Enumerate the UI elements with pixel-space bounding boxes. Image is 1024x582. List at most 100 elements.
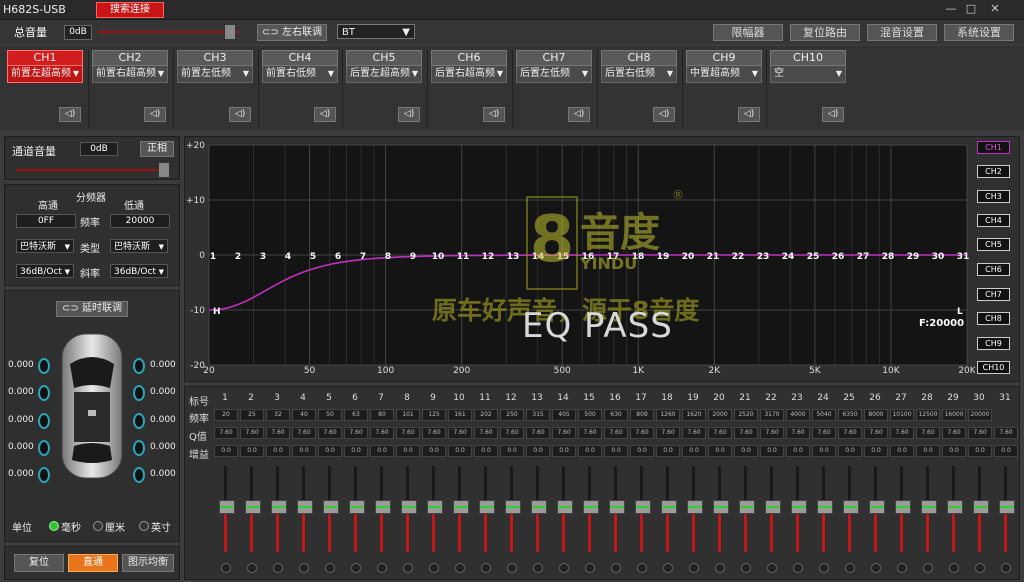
band-freq-field[interactable]: 5040 <box>812 409 836 421</box>
speaker-icon[interactable]: ◁) <box>314 107 336 122</box>
band-freq-field[interactable]: 10100 <box>890 409 914 421</box>
band-freq-field[interactable]: 125 <box>422 409 446 421</box>
band-reset-icon[interactable] <box>897 563 907 573</box>
close-icon[interactable]: ✕ <box>986 1 1004 17</box>
band-q-field[interactable]: 7.60 <box>864 427 888 439</box>
band-gain-field[interactable]: 0.0 <box>266 445 290 457</box>
band-q-field[interactable]: 7.60 <box>994 427 1018 439</box>
channel-6[interactable]: CH6 后置右超高频 ▼ <box>431 50 507 83</box>
band-freq-field[interactable]: 3170 <box>760 409 784 421</box>
band-gain-field[interactable]: 0.0 <box>838 445 862 457</box>
band-q-field[interactable]: 7.60 <box>734 427 758 439</box>
lowpass-slope-select[interactable]: 36dB/Oct ▼ <box>110 264 168 278</box>
channel-1[interactable]: CH1 前置左超高频 ▼ <box>7 50 83 83</box>
band-fader-handle[interactable] <box>479 500 495 514</box>
band-freq-field[interactable]: 809 <box>630 409 654 421</box>
band-freq-field[interactable]: 1260 <box>656 409 680 421</box>
band-reset-icon[interactable] <box>975 563 985 573</box>
channel-role-select[interactable]: 后置右低频 ▼ <box>601 66 677 83</box>
band-freq-field[interactable]: 80 <box>370 409 394 421</box>
channel-10[interactable]: CH10 空 ▼ <box>770 50 846 83</box>
channel-role-select[interactable]: 前置左超高频 ▼ <box>7 66 83 83</box>
band-fader-handle[interactable] <box>739 500 755 514</box>
band-fader-handle[interactable] <box>401 500 417 514</box>
band-fader-handle[interactable] <box>349 500 365 514</box>
reset-routing-button[interactable]: 复位路由 <box>790 24 860 41</box>
band-q-field[interactable]: 7.60 <box>214 427 238 439</box>
band-gain-field[interactable]: 0.0 <box>318 445 342 457</box>
channel-role-select[interactable]: 空 ▼ <box>770 66 846 83</box>
band-reset-icon[interactable] <box>793 563 803 573</box>
band-fader-handle[interactable] <box>271 500 287 514</box>
speaker-icon[interactable]: ◁) <box>738 107 760 122</box>
band-gain-field[interactable]: 0.0 <box>240 445 264 457</box>
speaker-icon[interactable]: ◁) <box>144 107 166 122</box>
minimize-icon[interactable]: — <box>942 1 960 17</box>
band-gain-field[interactable]: 0.0 <box>630 445 654 457</box>
band-gain-field[interactable]: 0.0 <box>500 445 524 457</box>
band-freq-field[interactable]: 500 <box>578 409 602 421</box>
band-freq-field[interactable]: 250 <box>500 409 524 421</box>
band-q-field[interactable]: 7.60 <box>240 427 264 439</box>
band-q-field[interactable]: 7.60 <box>838 427 862 439</box>
band-reset-icon[interactable] <box>559 563 569 573</box>
band-reset-icon[interactable] <box>611 563 621 573</box>
band-reset-icon[interactable] <box>1001 563 1011 573</box>
band-fader-handle[interactable] <box>817 500 833 514</box>
channel-role-select[interactable]: 后置左低频 ▼ <box>516 66 592 83</box>
band-freq-field[interactable]: 2520 <box>734 409 758 421</box>
band-gain-field[interactable]: 0.0 <box>292 445 316 457</box>
eq-channel-legend[interactable]: CH5 <box>977 238 1010 251</box>
band-reset-icon[interactable] <box>923 563 933 573</box>
band-freq-field[interactable]: 1620 <box>682 409 706 421</box>
channel-name[interactable]: CH3 <box>177 50 253 66</box>
channel-name[interactable]: CH4 <box>262 50 338 66</box>
speaker-icon[interactable]: ◁) <box>568 107 590 122</box>
band-gain-field[interactable]: 0.0 <box>396 445 420 457</box>
band-gain-field[interactable]: 0.0 <box>578 445 602 457</box>
eq-channel-legend[interactable]: CH7 <box>977 288 1010 301</box>
eq-channel-legend[interactable]: CH2 <box>977 165 1010 178</box>
band-fader-handle[interactable] <box>219 500 235 514</box>
system-settings-button[interactable]: 系统设置 <box>944 24 1014 41</box>
band-reset-icon[interactable] <box>689 563 699 573</box>
delay-right-value[interactable]: 0.000 <box>150 469 176 479</box>
delay-right-value[interactable]: 0.000 <box>150 415 176 425</box>
channel-8[interactable]: CH8 后置右低频 ▼ <box>601 50 677 83</box>
band-freq-field[interactable]: 16000 <box>942 409 966 421</box>
band-reset-icon[interactable] <box>507 563 517 573</box>
band-fader-handle[interactable] <box>245 500 261 514</box>
channel-name[interactable]: CH10 <box>770 50 846 66</box>
band-fader-handle[interactable] <box>557 500 573 514</box>
band-freq-field[interactable]: 32 <box>266 409 290 421</box>
channel-9[interactable]: CH9 中置超高频 ▼ <box>686 50 762 83</box>
band-gain-field[interactable]: 0.0 <box>916 445 940 457</box>
master-volume-value[interactable]: 0dB <box>64 25 92 40</box>
maximize-icon[interactable]: □ <box>962 1 980 17</box>
eq-channel-legend[interactable]: CH4 <box>977 214 1010 227</box>
channel-2[interactable]: CH2 前置右超高频 ▼ <box>92 50 168 83</box>
graphic-eq-button[interactable]: 图示均衡 <box>122 554 174 572</box>
eq-channel-legend[interactable]: CH9 <box>977 337 1010 350</box>
band-gain-field[interactable]: 0.0 <box>656 445 680 457</box>
delay-right-value[interactable]: 0.000 <box>150 360 176 370</box>
band-reset-icon[interactable] <box>663 563 673 573</box>
band-reset-icon[interactable] <box>845 563 855 573</box>
band-q-field[interactable]: 7.60 <box>890 427 914 439</box>
band-freq-field[interactable]: 40 <box>292 409 316 421</box>
band-reset-icon[interactable] <box>273 563 283 573</box>
channel-name[interactable]: CH7 <box>516 50 592 66</box>
channel-7[interactable]: CH7 后置左低频 ▼ <box>516 50 592 83</box>
band-q-field[interactable]: 7.60 <box>500 427 524 439</box>
band-fader-handle[interactable] <box>869 500 885 514</box>
band-reset-icon[interactable] <box>767 563 777 573</box>
band-freq-field[interactable]: 12500 <box>916 409 940 421</box>
band-reset-icon[interactable] <box>221 563 231 573</box>
channel-role-select[interactable]: 前置左低频 ▼ <box>177 66 253 83</box>
band-fader-handle[interactable] <box>791 500 807 514</box>
band-q-field[interactable]: 7.60 <box>786 427 810 439</box>
band-freq-field[interactable]: 315 <box>526 409 550 421</box>
band-fader-handle[interactable] <box>661 500 677 514</box>
band-gain-field[interactable]: 0.0 <box>344 445 368 457</box>
speaker-icon[interactable]: ◁) <box>398 107 420 122</box>
